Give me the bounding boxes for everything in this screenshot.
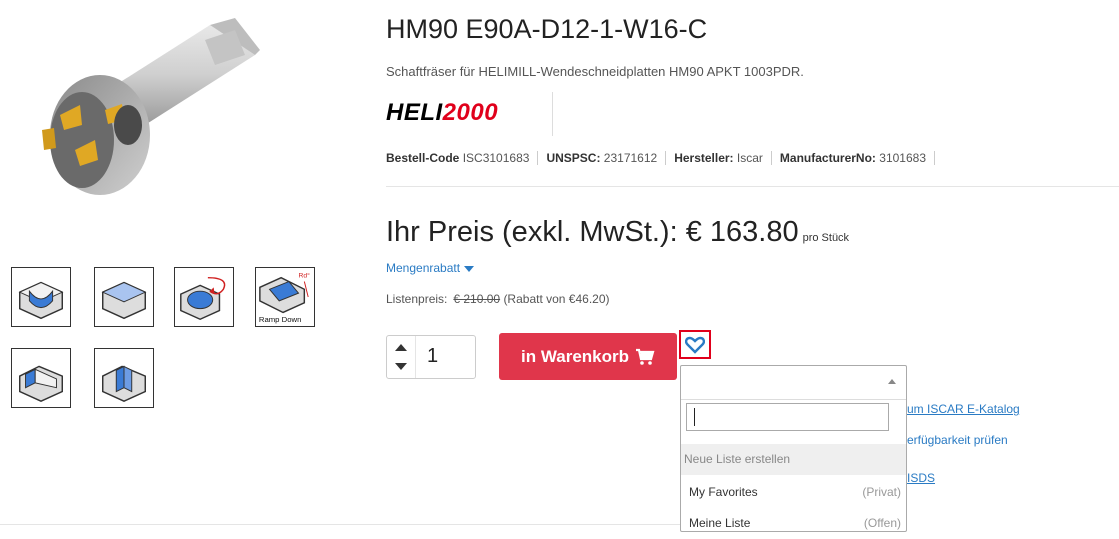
manufacturer-number: ManufacturerNo: 3101683 <box>772 151 935 165</box>
heart-icon <box>685 336 705 354</box>
thumbnail-helical-interpolation[interactable] <box>174 267 234 327</box>
order-code-value: ISC3101683 <box>462 151 530 165</box>
quantity-arrows <box>387 336 416 378</box>
order-code: Bestell-Code ISC3101683 <box>386 151 539 165</box>
add-to-cart-button[interactable]: in Warenkorb <box>499 333 677 380</box>
manufacturer-number-value: 3101683 <box>879 151 926 165</box>
volume-discount-toggle[interactable]: Mengenrabatt <box>386 261 475 275</box>
svg-text:Rd°: Rd° <box>299 272 311 280</box>
quantity-value[interactable]: 1 <box>427 345 438 368</box>
face-milling-icon <box>101 281 147 320</box>
option-label: Neue Liste erstellen <box>684 452 791 466</box>
price: Ihr Preis (exkl. MwSt.): € 163.80 pro Stü… <box>386 216 849 249</box>
thumbnail-label: Ramp Down <box>259 315 301 324</box>
option-tag: (Privat) <box>862 485 901 499</box>
catalog-link[interactable]: um ISCAR E-Katalog <box>907 402 1020 416</box>
brand-logo: HELI2000 <box>386 96 498 130</box>
list-price-value: € 210.00 <box>453 292 501 306</box>
helical-interpolation-icon <box>180 276 226 321</box>
thumbnail-slotting[interactable] <box>94 348 154 408</box>
shopping-cart-icon <box>636 348 655 365</box>
brand-divider <box>552 92 553 136</box>
add-to-cart-label: in Warenkorb <box>521 346 629 366</box>
manufacturer-number-label: ManufacturerNo: <box>779 151 876 165</box>
list-option-my-favorites[interactable]: My Favorites (Privat) <box>681 477 906 508</box>
product-image[interactable] <box>20 0 270 230</box>
text-cursor <box>694 408 695 426</box>
discount-note: (Rabatt von €46.20) <box>503 292 610 306</box>
option-tag: (Offen) <box>863 516 901 530</box>
brand-logo-text: HELI2000 <box>386 99 499 126</box>
unspsc-value: 23171612 <box>603 151 658 165</box>
volume-discount-label: Mengenrabatt <box>386 261 461 275</box>
thumbnail-face-milling[interactable] <box>94 267 154 327</box>
thumbnail-slot-milling[interactable] <box>11 267 71 327</box>
option-label: My Favorites <box>689 485 758 499</box>
thumbnail-ramp-down[interactable]: Rd° Ramp Down <box>255 267 315 327</box>
list-option-meine-liste[interactable]: Meine Liste (Offen) <box>681 508 906 539</box>
ramp-down-icon: Rd° Ramp Down <box>259 272 311 324</box>
product-title: HM90 E90A-D12-1-W16-C <box>386 14 708 44</box>
product-codes: Bestell-Code ISC3101683 UNSPSC: 23171612… <box>386 151 935 165</box>
list-price-label: Listenpreis: <box>386 292 448 306</box>
manufacturer: Hersteller: Iscar <box>666 151 772 165</box>
slotting-icon <box>102 365 146 402</box>
wishlist-dropdown[interactable]: Neue Liste erstellen My Favorites (Priva… <box>680 365 907 532</box>
thumbnail-shoulder-milling[interactable] <box>11 348 71 408</box>
unspsc-label: UNSPSC: <box>546 151 601 165</box>
list-price: Listenpreis: € 210.00 (Rabatt von €46.20) <box>386 292 610 306</box>
product-subtitle: Schaftfräser für HELIMILL-Wendeschneidpl… <box>386 64 804 79</box>
price-label: Ihr Preis (exkl. MwSt.): € 163.80 <box>386 216 799 248</box>
slot-milling-icon <box>18 281 64 320</box>
price-unit: pro Stück <box>802 232 850 244</box>
unspsc-code: UNSPSC: 23171612 <box>538 151 667 165</box>
msds-link[interactable]: ISDS <box>907 471 935 485</box>
increment-arrow-icon[interactable] <box>395 344 407 351</box>
wishlist-search-input[interactable] <box>686 403 889 431</box>
order-code-label: Bestell-Code <box>386 151 460 165</box>
shoulder-milling-icon <box>19 365 63 402</box>
caret-down-icon <box>464 265 475 272</box>
create-list-option[interactable]: Neue Liste erstellen <box>681 444 906 475</box>
decrement-arrow-icon[interactable] <box>395 363 407 370</box>
option-label: Meine Liste <box>689 516 751 530</box>
manufacturer-value: Iscar <box>736 151 763 165</box>
divider <box>386 186 1119 187</box>
quantity-stepper[interactable]: 1 <box>386 335 476 379</box>
wishlist-select[interactable] <box>681 366 906 400</box>
caret-up-icon <box>888 379 896 384</box>
availability-link[interactable]: erfügbarkeit prüfen <box>907 433 1008 447</box>
divider <box>0 524 680 525</box>
manufacturer-label: Hersteller: <box>674 151 734 165</box>
wishlist-button[interactable] <box>679 330 711 359</box>
